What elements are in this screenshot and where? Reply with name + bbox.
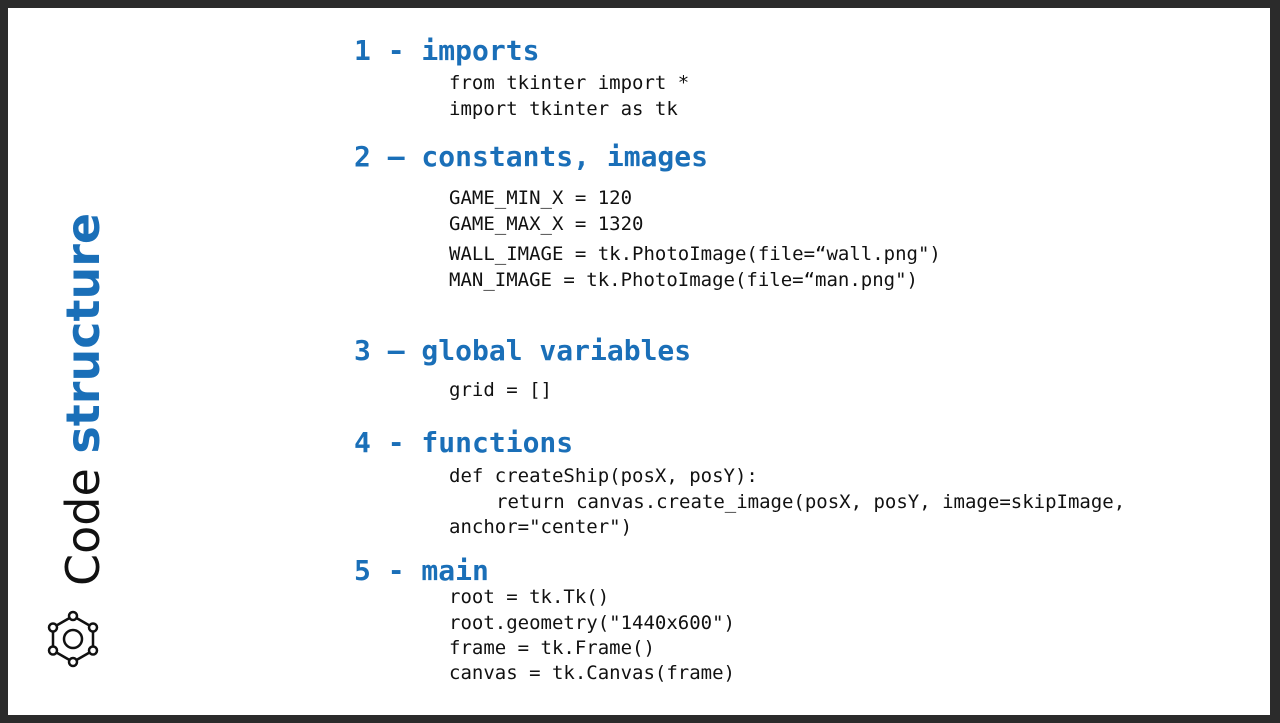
section-title-imports: 1 - imports <box>354 34 540 67</box>
code-line: return canvas.create_image(posX, posY, i… <box>496 491 1126 513</box>
code-line: WALL_IMAGE = tk.PhotoImage(file=“wall.pn… <box>449 243 941 265</box>
slide-title: Code structure <box>56 213 110 586</box>
code-line: frame = tk.Frame() <box>449 637 655 659</box>
code-line: MAN_IMAGE = tk.PhotoImage(file=“man.png"… <box>449 269 918 291</box>
section-title-constants: 2 – constants, images <box>354 140 709 173</box>
code-line: GAME_MAX_X = 1320 <box>449 213 644 235</box>
code-line: GAME_MIN_X = 120 <box>449 187 633 209</box>
section-title-main: 5 - main <box>354 554 489 587</box>
code-line: def createShip(posX, posY): <box>449 465 758 487</box>
code-line: anchor="center") <box>449 516 633 538</box>
code-line: root = tk.Tk() <box>449 586 610 608</box>
section-title-global-variables: 3 – global variables <box>354 334 692 367</box>
code-line: root.geometry("1440x600") <box>449 612 735 634</box>
code-line: from tkinter import * <box>449 72 690 94</box>
slide-title-word-1: Code <box>56 468 110 586</box>
code-line: canvas = tk.Canvas(frame) <box>449 662 735 684</box>
slide-title-word-2: structure <box>56 212 110 454</box>
section-title-functions: 4 - functions <box>354 426 574 459</box>
gear-icon <box>47 610 99 668</box>
code-line: import tkinter as tk <box>449 98 678 120</box>
slide: Code structure 1 - imports from tkinter … <box>8 8 1270 715</box>
code-line: grid = [] <box>449 379 552 401</box>
